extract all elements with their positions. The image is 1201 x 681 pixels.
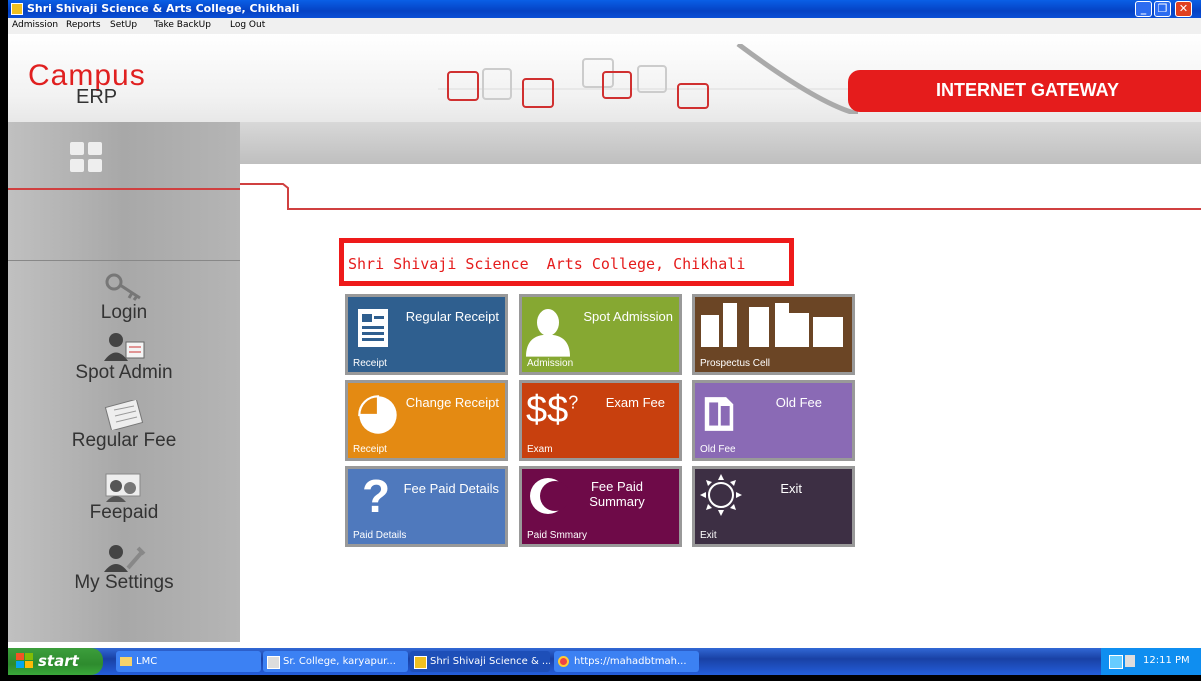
gateway-label: INTERNET GATEWAY [936, 80, 1120, 100]
decorative-squares [438, 44, 858, 114]
volume-icon[interactable] [1125, 655, 1135, 667]
sidebar-item-my-settings[interactable]: My Settings [8, 542, 240, 594]
sidebar-item-login[interactable]: Login [8, 272, 240, 324]
moon-icon [530, 478, 568, 514]
tile-subtitle: Paid Smmary [527, 530, 588, 541]
header-band [238, 122, 1201, 164]
taskbar-item-label: LMC [136, 656, 158, 667]
logo-erp: ERP [76, 86, 118, 108]
taskbar: start LMC Sr. College, karyapur... Shri … [8, 648, 1201, 675]
internet-gateway-banner: INTERNET GATEWAY [848, 70, 1201, 112]
title-bar[interactable]: Shri Shivaji Science & Arts College, Chi… [8, 0, 1201, 18]
start-button[interactable]: start [8, 648, 103, 675]
tile-fee-paid-details[interactable]: ? Fee Paid Details Paid Details [345, 466, 508, 547]
red-divider-line [238, 183, 1201, 210]
tile-subtitle: Admission [527, 358, 574, 369]
app-icon [11, 3, 23, 15]
menu-take-backup[interactable]: Take BackUp [154, 20, 211, 30]
start-label: start [38, 652, 79, 670]
taskbar-item-browser[interactable]: https://mahadbtmah... [554, 651, 699, 672]
taskbar-item-label: https://mahadbtmah... [574, 656, 687, 667]
users-icon [105, 473, 141, 502]
taskbar-item-shri-shivaji[interactable]: Shri Shivaji Science & ... [410, 651, 550, 672]
taskbar-item-label: Sr. College, karyapur... [283, 656, 396, 667]
question-icon: ? [362, 470, 391, 522]
tile-subtitle: Receipt [353, 444, 387, 455]
network-icon[interactable] [1109, 655, 1123, 669]
menu-admission[interactable]: Admission [12, 20, 58, 30]
app-window: Shri Shivaji Science & Arts College, Chi… [8, 0, 1201, 675]
sidebar-redline [8, 188, 240, 190]
window-title: Shri Shivaji Science & Arts College, Chi… [27, 2, 300, 15]
college-name: Shri Shivaji Science Arts College, Chikh… [348, 255, 746, 273]
user-card-icon [104, 333, 145, 361]
dollar-icon: $$? [526, 389, 579, 431]
tile-subtitle: Exit [700, 530, 717, 541]
tile-title: Exam Fee [605, 395, 665, 410]
receipt-icon [358, 309, 388, 347]
document-icon [704, 397, 734, 431]
tile-title: Old Fee [775, 395, 822, 410]
tile-title: Exit [780, 481, 802, 496]
tile-exit[interactable]: Exit Exit [692, 466, 855, 547]
grid-icon [70, 142, 102, 172]
tile-exam-fee[interactable]: $$? Exam Fee Exam [519, 380, 682, 461]
tile-subtitle: Prospectus Cell [700, 358, 771, 369]
tile-old-fee[interactable]: Old Fee Old Fee [692, 380, 855, 461]
tile-title: Change Receipt [405, 395, 499, 410]
sun-icon [700, 474, 742, 516]
clock: 12:11 PM [1143, 655, 1190, 666]
tile-regular-receipt[interactable]: Regular Receipt Receipt [345, 294, 508, 375]
menu-log-out[interactable]: Log Out [230, 20, 265, 30]
tile-subtitle: Old Fee [700, 444, 736, 455]
sidebar-item-label: Login [100, 302, 148, 323]
header-banner: Campus ERP INTERNET GATEWAY [8, 34, 1201, 122]
system-tray: 12:11 PM [1101, 648, 1201, 675]
bar-icon [701, 303, 843, 347]
menu-bar: Admission Reports SetUp Take BackUp Log … [8, 18, 1201, 34]
person-icon [526, 309, 570, 357]
sidebar-separator [8, 260, 240, 261]
app-icon [414, 656, 427, 669]
app-icon [267, 656, 280, 669]
checklist-icon [104, 400, 144, 430]
tile-subtitle: Paid Details [353, 530, 407, 541]
restore-button[interactable]: ❐ [1154, 1, 1171, 17]
menu-setup[interactable]: SetUp [110, 20, 137, 30]
tile-title: Spot Admission [583, 309, 673, 324]
settings-icon [104, 545, 146, 572]
tile-change-receipt[interactable]: Change Receipt Receipt [345, 380, 508, 461]
tile-title: Fee Paid Summary [589, 479, 645, 509]
sidebar-item-label: Feepaid [89, 502, 159, 523]
close-button[interactable]: ✕ [1175, 1, 1192, 17]
tile-subtitle: Receipt [353, 358, 387, 369]
windows-logo-icon [16, 653, 33, 668]
sidebar-item-feepaid[interactable]: Feepaid [8, 472, 240, 524]
folder-icon [120, 657, 132, 666]
tile-title: Regular Receipt [405, 309, 499, 324]
tile-subtitle: Exam [527, 444, 553, 455]
taskbar-item-label: Shri Shivaji Science & ... [430, 656, 550, 667]
sidebar-item-regular-fee[interactable]: Regular Fee [8, 400, 240, 452]
tile-prospectus-cell[interactable]: Prospectus Cell [692, 294, 855, 375]
tile-title: Fee Paid Details [403, 481, 499, 496]
chrome-icon [558, 656, 569, 667]
tile-fee-paid-summary[interactable]: Fee Paid Summary Paid Smmary [519, 466, 682, 547]
sidebar-item-spot-admin[interactable]: Spot Admin [8, 332, 240, 384]
college-name-box: Shri Shivaji Science Arts College, Chikh… [339, 238, 794, 286]
sidebar-item-label: Spot Admin [75, 362, 173, 383]
sidebar-item-label: Regular Fee [71, 430, 177, 451]
menu-reports[interactable]: Reports [66, 20, 101, 30]
sidebar: Login Spot Admin Regular Fee Feepaid My … [8, 122, 240, 642]
taskbar-item-sr-college[interactable]: Sr. College, karyapur... [263, 651, 408, 672]
taskbar-item-lmc[interactable]: LMC [116, 651, 261, 672]
tile-spot-admission[interactable]: Spot Admission Admission [519, 294, 682, 375]
sidebar-item-label: My Settings [74, 572, 174, 593]
key-icon [105, 273, 141, 301]
pie-icon [358, 395, 397, 434]
minimize-button[interactable]: _ [1135, 1, 1152, 17]
